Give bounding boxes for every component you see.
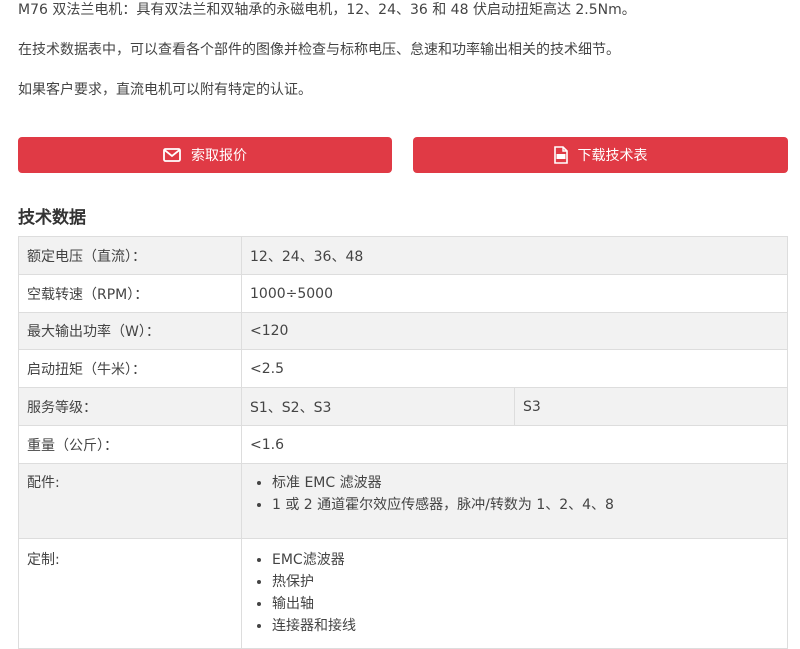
table-row: 额定电压（直流）： 12、24、36、48 bbox=[18, 236, 788, 275]
table-row: 启动扭矩（牛米）： <2.5 bbox=[18, 349, 788, 388]
spec-label: 最大输出功率（W）： bbox=[18, 312, 242, 350]
list-item: 1 或 2 通道霍尔效应传感器，脉冲/转数为 1、2、4、8 bbox=[272, 494, 779, 516]
spec-value: 12、24、36、48 bbox=[241, 236, 788, 275]
spec-value: <1.6 bbox=[241, 425, 788, 464]
intro-line-2: 在技术数据表中，可以查看各个部件的图像并检查与标称电压、怠速和功率输出相关的技术… bbox=[18, 42, 620, 58]
list-item: 热保护 bbox=[272, 571, 779, 593]
custom-list: EMC滤波器 热保护 输出轴 连接器和接线 bbox=[250, 549, 779, 637]
list-item: 输出轴 bbox=[272, 593, 779, 615]
spec-label: 额定电压（直流）： bbox=[18, 236, 242, 275]
table-row: 空载转速（RPM）： 1000÷5000 bbox=[18, 274, 788, 313]
spec-label: 重量（公斤）： bbox=[18, 425, 242, 464]
intro-line-1: M76 双法兰电机：具有双法兰和双轴承的永磁电机，12、24、36 和 48 伏… bbox=[18, 2, 636, 18]
tech-data-table: 额定电压（直流）： 12、24、36、48 空载转速（RPM）： 1000÷50… bbox=[18, 236, 788, 649]
intro-line-3: 如果客户要求，直流电机可以附有特定的认证。 bbox=[18, 82, 312, 98]
spec-label: 空载转速（RPM）： bbox=[18, 274, 242, 313]
table-row: 服务等级： S1、S2、S3 S3 bbox=[18, 387, 788, 426]
table-row: 配件: 标准 EMC 滤波器 1 或 2 通道霍尔效应传感器，脉冲/转数为 1、… bbox=[18, 463, 788, 539]
request-quote-label: 索取报价 bbox=[191, 148, 247, 164]
spec-value: <120 bbox=[241, 312, 788, 350]
spec-label: 服务等级： bbox=[18, 387, 242, 426]
spec-extra-value: S3 bbox=[514, 387, 788, 426]
spec-label: 定制: bbox=[18, 538, 242, 649]
spec-label: 启动扭矩（牛米）： bbox=[18, 349, 242, 388]
table-row: 定制: EMC滤波器 热保护 输出轴 连接器和接线 bbox=[18, 538, 788, 649]
spec-value: S1、S2、S3 bbox=[241, 387, 515, 426]
table-row: 最大输出功率（W）： <120 bbox=[18, 312, 788, 350]
pdf-file-icon bbox=[553, 146, 568, 164]
table-row: 重量（公斤）： <1.6 bbox=[18, 425, 788, 464]
list-item: 标准 EMC 滤波器 bbox=[272, 472, 779, 494]
request-quote-button[interactable]: 索取报价 bbox=[18, 137, 392, 173]
section-title: 技术数据 bbox=[18, 208, 86, 228]
spec-list-cell: EMC滤波器 热保护 输出轴 连接器和接线 bbox=[241, 538, 788, 649]
download-datasheet-label: 下载技术表 bbox=[577, 148, 648, 164]
list-item: EMC滤波器 bbox=[272, 549, 779, 571]
download-datasheet-button[interactable]: 下载技术表 bbox=[413, 137, 788, 173]
spec-list-cell: 标准 EMC 滤波器 1 或 2 通道霍尔效应传感器，脉冲/转数为 1、2、4、… bbox=[241, 463, 788, 539]
spec-value: 1000÷5000 bbox=[241, 274, 788, 313]
spec-value: <2.5 bbox=[241, 349, 788, 388]
spec-label: 配件: bbox=[18, 463, 242, 539]
accessories-list: 标准 EMC 滤波器 1 或 2 通道霍尔效应传感器，脉冲/转数为 1、2、4、… bbox=[250, 472, 779, 516]
list-item: 连接器和接线 bbox=[272, 615, 779, 637]
envelope-icon bbox=[163, 148, 181, 162]
